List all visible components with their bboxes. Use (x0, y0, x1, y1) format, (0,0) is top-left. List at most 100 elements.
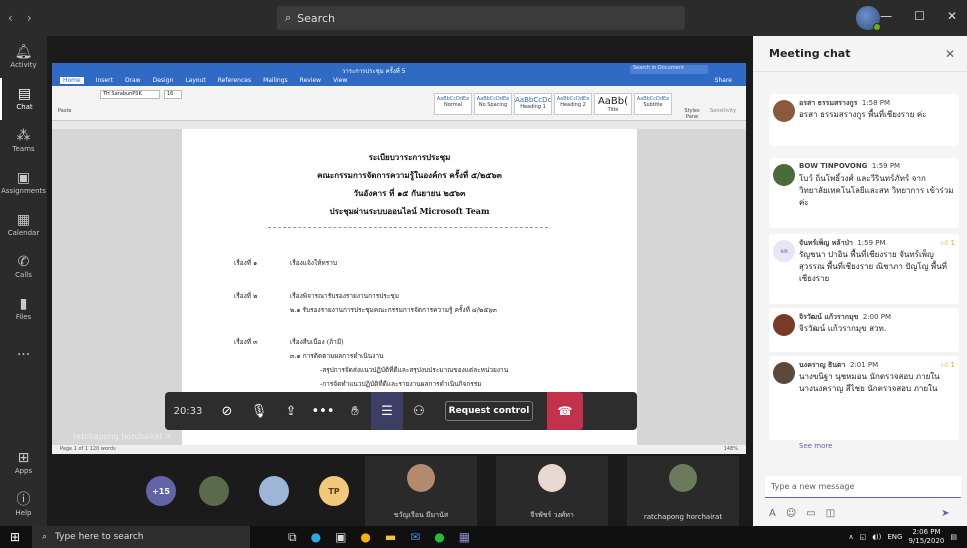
forward-icon[interactable]: › (27, 11, 32, 25)
teams-icon[interactable]: ▦ (459, 530, 470, 545)
meeting-stage: วาระการประชุม ครั้งที่ 5 Search in Docum… (47, 36, 753, 526)
overflow-participants[interactable]: +15 (146, 476, 176, 506)
bell-icon: 🔔︎ (14, 44, 33, 60)
participant-gallery: +15 TP ขวัญเรือน มีมานัส จีรพัชร์ วงศ์ทา… (47, 456, 753, 526)
rail-item-activity[interactable]: 🔔︎ Activity (0, 36, 47, 78)
emoji-icon[interactable]: ☺ (786, 508, 796, 519)
avatar (773, 314, 795, 336)
system-tray: ∧ ◱ ◖)) ENG 2:06 PM 9/15/2020 ▤ (848, 528, 957, 546)
rail-item-chat[interactable]: ▤ Chat (0, 78, 47, 120)
doc-title-line: คณะกรรมการจัดการความรู้ในองค์กร ครั้งที่… (317, 170, 502, 180)
rail-item-help[interactable]: ⓘ Help (0, 484, 47, 526)
compose-box[interactable]: Type a new message (765, 476, 961, 498)
store-icon[interactable]: ▣ (335, 530, 346, 545)
word-tab: Insert (95, 77, 113, 84)
chevron-up-icon[interactable]: ∧ (848, 533, 853, 541)
word-tab: Draw (124, 77, 141, 84)
rail-item-files[interactable]: ▮ Files (0, 288, 47, 330)
agenda-text: ๒.๑ รับรองรายงานการประชุมคณะกรรมการจัดกา… (290, 306, 497, 314)
clock[interactable]: 2:06 PM 9/15/2020 (908, 528, 944, 546)
participants-button[interactable]: ⚇ (403, 392, 435, 430)
apps-icon: ⊞ (17, 450, 30, 466)
assignments-icon: ▣ (16, 170, 31, 186)
close-icon[interactable]: ✕ (947, 9, 957, 23)
search-icon: ⌕ (42, 532, 48, 542)
compose-tools: A ☺ ▭ ◫ ➤ (769, 508, 950, 519)
taskbar-search[interactable]: ⌕ Type here to search (32, 526, 250, 548)
style-nospacing: AaBbCcDdEe No Spacing (474, 93, 512, 115)
message-header: อรสา ธรรมสรางกูร 1:58 PM (799, 99, 891, 107)
avatar[interactable] (856, 6, 881, 31)
teams-icon: ⁂ (16, 128, 31, 144)
maximize-icon[interactable]: ☐ (914, 9, 925, 23)
lang-indicator[interactable]: ENG (887, 533, 902, 541)
rail-item-calls[interactable]: ✆ Calls (0, 246, 47, 288)
raise-hand-button[interactable]: ✋︎ (339, 392, 371, 430)
word-statusbar: Page 1 of 1 120 words 148% (52, 445, 746, 454)
task-view-icon[interactable]: ⧉ (288, 530, 297, 545)
call-toolbar: 20:33 ⊘ 🎙︎ ⇪ ••• ✋︎ ☰ ⚇ Request control … (165, 392, 637, 430)
agenda-no: เรื่องที่ ๓ (234, 338, 258, 346)
chat-message: จิรวัฒน์ แก้วรากมุข 2:00 PM จิรวัฒน์ แก้… (769, 308, 959, 352)
avatar (773, 164, 795, 186)
edge-icon[interactable]: ● (311, 530, 321, 545)
sticker-icon[interactable]: ◫ (826, 508, 835, 519)
rail-item-teams[interactable]: ⁂ Teams (0, 120, 47, 162)
more-actions-button[interactable]: ••• (307, 392, 339, 430)
like-reaction[interactable]: 👍︎ 1 (941, 238, 955, 247)
search-input[interactable]: ⌕ Search (277, 6, 685, 30)
network-icon[interactable]: ◱ (860, 533, 867, 541)
like-reaction[interactable]: 👍︎ 1 (941, 360, 955, 369)
chat-button[interactable]: ☰ (371, 392, 403, 430)
mic-off-icon: ✕ (164, 432, 172, 441)
calendar-icon: ▦ (16, 212, 31, 228)
camera-button[interactable]: ⊘ (211, 392, 243, 430)
chat-message: นงคราญ ธินตา 2:01 PM 👍︎ 1 นางขนิฐา นุชหม… (769, 356, 959, 440)
more-icon: ••• (311, 403, 335, 419)
back-icon[interactable]: ‹ (8, 11, 13, 25)
avatar (669, 464, 697, 492)
mail-icon[interactable]: ✉ (410, 530, 420, 545)
status-left: Page 1 of 1 120 words (60, 446, 116, 452)
see-more-link[interactable]: See more (799, 442, 832, 450)
minimize-icon[interactable]: — (880, 9, 892, 23)
hand-icon: ✋︎ (351, 403, 359, 419)
nav-arrows: ‹ › (8, 11, 32, 25)
teams-window: { "topbar": {"search_label": "Search"}, … (0, 0, 967, 548)
avatar (773, 100, 795, 122)
windows-taskbar: ⊞ ⌕ Type here to search ⧉ ● ▣ ● ▬ ✉ ● ▦ … (0, 526, 967, 548)
participant-tile: จีรพัชร์ วงศ์ทา (496, 456, 608, 526)
notification-icon[interactable]: ▤ (950, 533, 957, 541)
close-icon[interactable]: ✕ (945, 47, 955, 61)
hang-up-button[interactable]: ☎︎ (547, 392, 583, 430)
send-icon[interactable]: ➤ (941, 508, 949, 519)
request-control-button[interactable]: Request control (445, 401, 533, 421)
gif-icon[interactable]: ▭ (806, 508, 815, 519)
rail-item-calendar[interactable]: ▦ Calendar (0, 204, 47, 246)
volume-icon[interactable]: ◖)) (872, 533, 881, 541)
word-tab: Review (299, 77, 322, 84)
rail-item-apps[interactable]: ⊞ Apps (0, 442, 47, 484)
chat-title: Meeting chat (769, 47, 851, 60)
chrome-icon[interactable]: ● (360, 530, 370, 545)
word-search: Search in Document (630, 65, 708, 74)
more-icon: ... (16, 343, 31, 359)
agenda-no: เรื่องที่ ๑ (234, 259, 258, 267)
mic-button[interactable]: 🎙︎ (243, 392, 275, 430)
share-button[interactable]: ⇪ (275, 392, 307, 430)
format-icon[interactable]: A (769, 508, 776, 519)
people-icon: ⚇ (413, 403, 425, 419)
rail-item-assignments[interactable]: ▣ Assignments (0, 162, 47, 204)
style-normal: AaBbCcDdEe Normal (434, 93, 472, 115)
font-size: 16 (164, 90, 182, 99)
line-icon[interactable]: ● (434, 530, 444, 545)
taskbar-apps: ⧉ ● ▣ ● ▬ ✉ ● ▦ (288, 530, 470, 545)
message-body: โบว์ ถิ่นโพธิ์วงศ์ และวีรินทร์ภัทร์ จาก … (799, 174, 954, 207)
windows-start-icon[interactable]: ⊞ (10, 530, 20, 544)
doc-divider (268, 227, 548, 228)
rail-item-more[interactable]: ... (0, 330, 47, 372)
file-explorer-icon[interactable]: ▬ (385, 530, 396, 545)
avatar: จห (773, 240, 795, 262)
participant-tile: ratchapong horchairat (627, 456, 739, 526)
window-controls: — ☐ ✕ (880, 9, 957, 23)
